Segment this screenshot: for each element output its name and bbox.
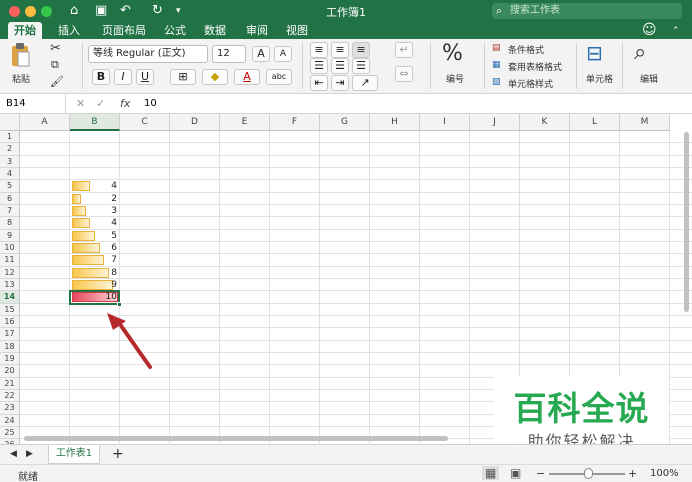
tab-view[interactable]: 视图	[280, 22, 314, 39]
sheet-tab-bar: ◀ ▶ 工作表1 +	[0, 444, 692, 464]
table-format-icon: ▦	[492, 60, 501, 70]
cells-label: 单元格	[586, 75, 614, 85]
font-size-select[interactable]: 12	[212, 45, 246, 63]
align-left-button[interactable]: ☰	[310, 58, 328, 74]
tab-data[interactable]: 数据	[198, 22, 232, 39]
normal-view-icon[interactable]: ▦	[482, 466, 500, 480]
font-color-button[interactable]: A	[234, 69, 260, 85]
align-right-button[interactable]: ☰	[352, 58, 370, 74]
formula-input[interactable]: 10	[144, 94, 157, 113]
zoom-in-button[interactable]: +	[628, 467, 637, 480]
tab-formulas[interactable]: 公式	[158, 22, 192, 39]
shrink-font-button[interactable]: A	[274, 46, 292, 62]
paste-label: 粘贴	[12, 75, 31, 85]
cell-style-icon: ▧	[492, 77, 501, 87]
decrease-indent-button[interactable]: ⇤	[310, 75, 328, 91]
search-field[interactable]: ⌕ 搜索工作表	[492, 3, 682, 19]
ribbon-tabs: 开始 插入 页面布局 公式 数据 审阅 视图 ☺ ⌃	[0, 22, 692, 39]
paste-icon[interactable]	[9, 42, 31, 68]
editing-label: 编辑	[640, 75, 659, 85]
percent-style-icon[interactable]: %	[442, 41, 463, 66]
watermark-title: 百科全说	[513, 389, 650, 428]
zoom-out-button[interactable]: −	[536, 467, 545, 480]
merge-center-button[interactable]: ⇔	[395, 66, 413, 82]
align-top-button[interactable]: ≡	[310, 42, 328, 58]
zoom-level[interactable]: 100%	[650, 468, 679, 479]
tab-review[interactable]: 审阅	[240, 22, 274, 39]
page-layout-view-icon[interactable]: ▣	[510, 466, 521, 480]
underline-button[interactable]: U	[136, 69, 154, 85]
formula-bar: B14 ✕ ✓ fx 10	[0, 94, 692, 114]
cut-icon[interactable]: ✂	[50, 41, 61, 56]
fill-color-button[interactable]: ◆	[202, 69, 228, 85]
search-icon: ⌕	[496, 4, 503, 17]
cells-icon[interactable]: ⊟	[586, 41, 603, 65]
status-ready: 就绪	[18, 472, 38, 482]
search-placeholder: 搜索工作表	[510, 5, 560, 16]
tab-insert[interactable]: 插入	[52, 22, 86, 39]
insert-function-button[interactable]: fx	[120, 94, 130, 113]
excel-window: ⌂ ▣ ↶ ↻ ▾ 工作簿1 ⌕ 搜索工作表 开始 插入 页面布局 公式 数据 …	[0, 0, 692, 482]
conditional-format-icon: ▤	[492, 43, 501, 53]
grow-font-button[interactable]: A	[252, 46, 270, 62]
align-middle-button[interactable]: ≡	[331, 42, 349, 58]
add-sheet-button[interactable]: +	[112, 446, 124, 462]
conditional-format-button[interactable]: 条件格式	[508, 43, 544, 56]
next-sheet-icon[interactable]: ▶	[26, 449, 33, 459]
smiley-feedback-icon[interactable]: ☺	[642, 22, 657, 38]
format-painter-icon[interactable]: 🖌	[50, 75, 64, 88]
borders-button[interactable]: ⊞	[170, 69, 196, 85]
ribbon: 粘贴 ✂ ⧉ 🖌 等线 Regular (正文) 12 A A B I U ⊞ …	[0, 39, 692, 94]
number-format-label: 编号	[446, 75, 465, 85]
cell-style-button[interactable]: 单元格样式	[508, 77, 553, 90]
sheet-tab[interactable]: 工作表1	[48, 445, 100, 464]
title-bar: ⌂ ▣ ↶ ↻ ▾ 工作簿1 ⌕ 搜索工作表	[0, 0, 692, 22]
align-bottom-button[interactable]: ≡	[352, 42, 370, 58]
orientation-button[interactable]: ↗	[352, 75, 378, 91]
collapse-ribbon-icon[interactable]: ⌃	[672, 23, 680, 39]
align-center-button[interactable]: ☰	[331, 58, 349, 74]
table-format-button[interactable]: 套用表格格式	[508, 60, 562, 73]
zoom-slider-thumb[interactable]	[584, 468, 593, 479]
status-bar: 就绪 ▦ ▣ − + 100%	[0, 464, 692, 482]
italic-button[interactable]: I	[114, 69, 132, 85]
font-name-select[interactable]: 等线 Regular (正文)	[88, 45, 208, 63]
horizontal-scrollbar[interactable]	[24, 436, 448, 441]
prev-sheet-icon[interactable]: ◀	[10, 449, 17, 459]
cancel-formula-icon[interactable]: ✕	[76, 94, 85, 113]
bold-button[interactable]: B	[92, 69, 110, 85]
tab-page-layout[interactable]: 页面布局	[95, 22, 153, 39]
vertical-scrollbar[interactable]	[684, 132, 689, 312]
increase-indent-button[interactable]: ⇥	[331, 75, 349, 91]
name-box[interactable]: B14	[0, 94, 66, 113]
confirm-formula-icon[interactable]: ✓	[96, 94, 105, 113]
phonetic-button[interactable]: abc	[266, 69, 292, 85]
find-select-icon[interactable]: ⌕	[634, 40, 646, 65]
tab-home[interactable]: 开始	[8, 22, 42, 39]
copy-icon[interactable]: ⧉	[51, 58, 59, 72]
wrap-text-button[interactable]: ↵	[395, 42, 413, 58]
